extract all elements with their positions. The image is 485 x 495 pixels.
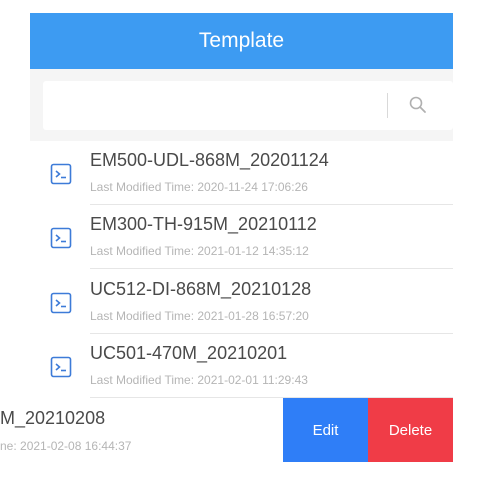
template-list-item[interactable]: EM500-UDL-868M_20201124 Last Modified Ti… <box>30 141 453 205</box>
template-list-item[interactable]: EM300-TH-915M_20210112 Last Modified Tim… <box>30 205 453 269</box>
search-icon[interactable] <box>408 95 428 115</box>
template-name: UC501-470M_20210201 <box>90 343 288 363</box>
row-divider <box>90 268 453 269</box>
terminal-file-icon <box>50 356 72 378</box>
terminal-file-icon <box>50 163 72 185</box>
search-input[interactable] <box>43 81 453 130</box>
delete-button-label: Delete <box>388 421 433 439</box>
app-header: Template <box>30 13 453 69</box>
last-modified-time: Last Modified Time: 2020-11-24 17:06:26 <box>90 180 308 194</box>
template-name: EM500-UDL-868M_20201124 <box>90 150 329 170</box>
edit-button[interactable]: Edit <box>283 398 368 462</box>
last-modified-time: ne: 2021-02-08 16:44:37 <box>0 439 132 453</box>
search-divider <box>387 93 388 118</box>
page-title: Template <box>198 29 285 52</box>
last-modified-time: Last Modified Time: 2021-01-28 16:57:20 <box>90 309 309 323</box>
template-name: EM300-TH-915M_20210112 <box>90 214 317 234</box>
terminal-file-icon <box>50 292 72 314</box>
delete-button[interactable]: Delete <box>368 398 453 462</box>
search-bar <box>30 69 453 141</box>
template-name: UC512-DI-868M_20210128 <box>90 279 312 299</box>
edit-button-label: Edit <box>312 421 339 439</box>
template-name: M_20210208 <box>0 408 106 428</box>
template-list-item[interactable]: UC512-DI-868M_20210128 Last Modified Tim… <box>30 270 453 334</box>
terminal-file-icon <box>50 227 72 249</box>
last-modified-time: Last Modified Time: 2021-02-01 11:29:43 <box>90 373 308 387</box>
last-modified-time: Last Modified Time: 2021-01-12 14:35:12 <box>90 244 309 258</box>
template-list-item[interactable]: UC501-470M_20210201 Last Modified Time: … <box>30 334 453 398</box>
